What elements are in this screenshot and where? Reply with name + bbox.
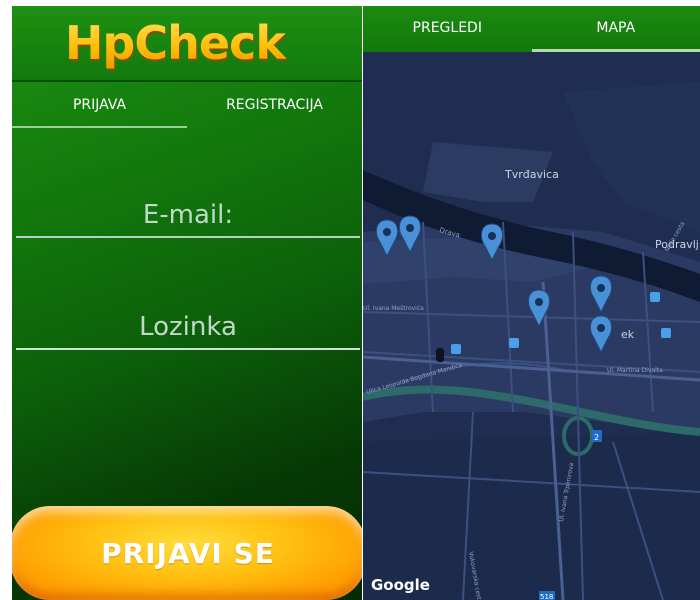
google-attribution: Google	[371, 576, 430, 594]
map-panel: PREGLEDI MAPA Tvrđavica Podravlj Drava e…	[363, 6, 700, 600]
auth-tabs: PRIJAVA REGISTRACIJA	[12, 88, 362, 128]
city-map[interactable]: Tvrđavica Podravlj Drava ek Ul. Martina …	[363, 52, 700, 600]
tab-mapa[interactable]: MAPA	[531, 6, 700, 52]
label-ivana: Ul. Ivana Meštrovića	[363, 305, 424, 312]
tab-pregledi[interactable]: PREGLEDI	[363, 6, 532, 52]
tab-registracija[interactable]: REGISTRACIJA	[187, 88, 362, 128]
route-shield-2-label: 2	[594, 433, 599, 442]
login-panel: HpCheck+ PRIJAVA REGISTRACIJA PRIJAVI SE	[12, 6, 362, 600]
label-ek: ek	[621, 328, 635, 341]
password-field[interactable]	[16, 306, 360, 350]
tab-prijava[interactable]: PRIJAVA	[12, 88, 187, 128]
logo-plus: +	[284, 6, 310, 39]
label-martina: Ul. Martina Divalta	[607, 367, 663, 374]
label-tvrdavica: Tvrđavica	[504, 168, 559, 181]
top-tabs: PREGLEDI MAPA	[363, 6, 700, 52]
route-shield-518-label: 518	[540, 593, 553, 600]
logo-bar: HpCheck+	[12, 6, 362, 82]
app-logo: HpCheck+	[65, 16, 309, 70]
login-button[interactable]: PRIJAVI SE	[12, 506, 362, 600]
email-field[interactable]	[16, 194, 360, 238]
logo-text: HpCheck	[64, 16, 285, 70]
